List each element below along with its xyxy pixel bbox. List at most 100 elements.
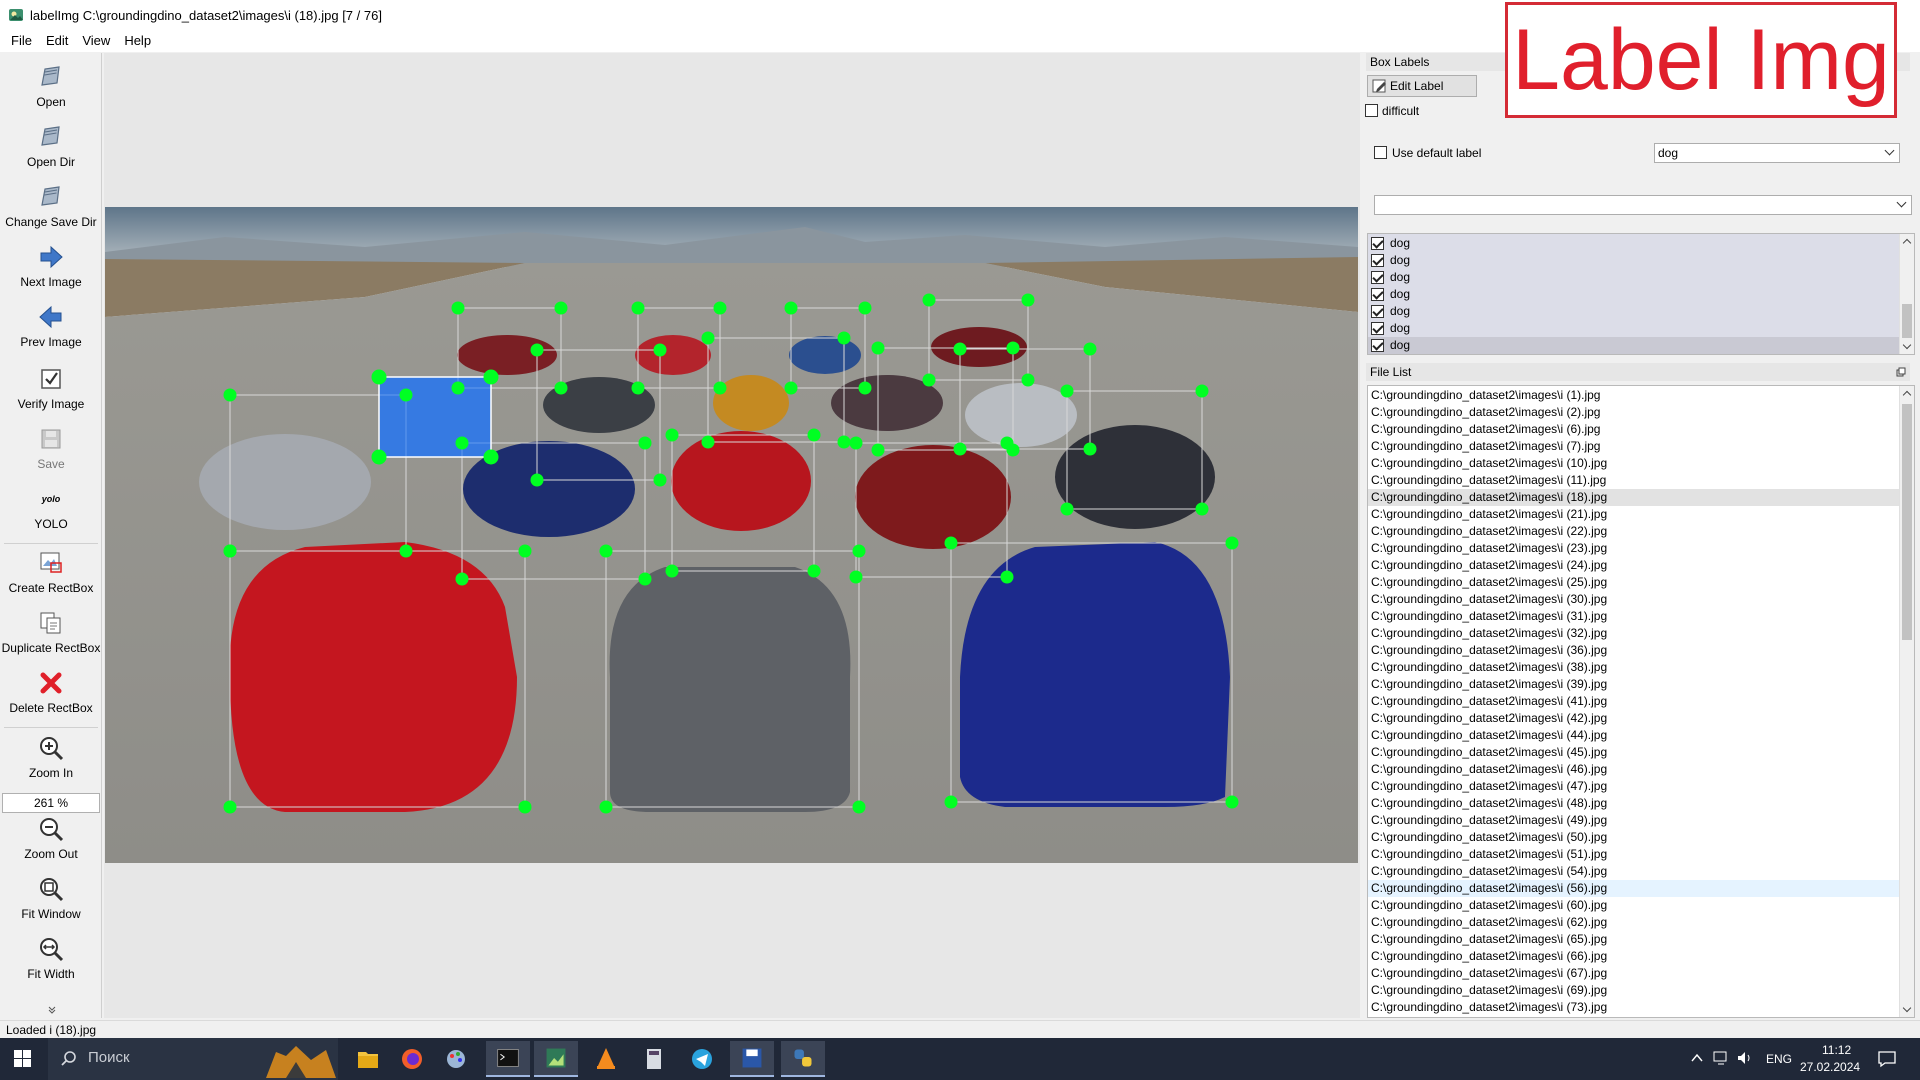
file-list-item[interactable]: C:\groundingdino_dataset2\images\i (10).… xyxy=(1368,455,1899,472)
handle[interactable] xyxy=(455,436,469,450)
file-list-item[interactable]: C:\groundingdino_dataset2\images\i (23).… xyxy=(1368,540,1899,557)
handle[interactable] xyxy=(599,800,613,814)
handle[interactable] xyxy=(1083,342,1097,356)
handle[interactable] xyxy=(852,800,866,814)
handle[interactable] xyxy=(944,795,958,809)
handle[interactable] xyxy=(483,369,499,385)
label-item[interactable]: dog xyxy=(1368,320,1899,337)
file-list-item[interactable]: C:\groundingdino_dataset2\images\i (6).j… xyxy=(1368,421,1899,438)
handle[interactable] xyxy=(701,331,715,345)
handle[interactable] xyxy=(451,301,465,315)
file-list-item[interactable]: C:\groundingdino_dataset2\images\i (60).… xyxy=(1368,897,1899,914)
file-list-item[interactable]: C:\groundingdino_dataset2\images\i (69).… xyxy=(1368,982,1899,999)
label-visible-checkbox[interactable] xyxy=(1371,254,1384,267)
clock-date[interactable]: 27.02.2024 xyxy=(1800,1060,1860,1074)
file-list-item[interactable]: C:\groundingdino_dataset2\images\i (1).j… xyxy=(1368,387,1899,404)
handle[interactable] xyxy=(371,449,387,465)
open-dir-button[interactable]: Open Dir xyxy=(0,123,102,169)
prev-image-button[interactable]: Prev Image xyxy=(0,303,102,349)
handle[interactable] xyxy=(554,301,568,315)
menu-file[interactable]: File xyxy=(4,31,39,51)
file-list-item[interactable]: C:\groundingdino_dataset2\images\i (66).… xyxy=(1368,948,1899,965)
file-list-item[interactable]: C:\groundingdino_dataset2\images\i (21).… xyxy=(1368,506,1899,523)
file-explorer-icon[interactable] xyxy=(346,1041,390,1077)
toolbar-more-chevron-icon[interactable] xyxy=(47,1005,57,1015)
file-list-item[interactable]: C:\groundingdino_dataset2\images\i (50).… xyxy=(1368,829,1899,846)
terminal-icon[interactable] xyxy=(486,1041,530,1077)
labelimg-taskbar-icon[interactable] xyxy=(534,1041,578,1077)
handle[interactable] xyxy=(631,301,645,315)
vlc-icon[interactable] xyxy=(584,1041,628,1077)
handle[interactable] xyxy=(518,800,532,814)
scroll-down-icon[interactable] xyxy=(1902,1003,1912,1013)
file-list-item[interactable]: C:\groundingdino_dataset2\images\i (56).… xyxy=(1368,880,1899,897)
save-app-icon[interactable] xyxy=(730,1041,774,1077)
file-list-scrollbar[interactable] xyxy=(1899,386,1914,1017)
file-list-item[interactable]: C:\groundingdino_dataset2\images\i (51).… xyxy=(1368,846,1899,863)
label-item[interactable]: dog xyxy=(1368,286,1899,303)
handle[interactable] xyxy=(483,449,499,465)
handle[interactable] xyxy=(1060,502,1074,516)
save-button[interactable]: Save xyxy=(0,425,102,471)
scroll-up-icon[interactable] xyxy=(1902,238,1912,248)
handle[interactable] xyxy=(638,572,652,586)
handle[interactable] xyxy=(849,570,863,584)
verify-image-button[interactable]: Verify Image xyxy=(0,365,102,411)
handle[interactable] xyxy=(807,564,821,578)
volume-icon[interactable] xyxy=(1736,1050,1754,1066)
handle[interactable] xyxy=(1195,502,1209,516)
handle[interactable] xyxy=(852,544,866,558)
change-save-dir-button[interactable]: Change Save Dir xyxy=(0,183,102,229)
duplicate-rectbox-button[interactable]: Duplicate RectBox xyxy=(0,609,102,655)
handle[interactable] xyxy=(665,564,679,578)
file-list-item[interactable]: C:\groundingdino_dataset2\images\i (62).… xyxy=(1368,914,1899,931)
handle[interactable] xyxy=(653,473,667,487)
handle[interactable] xyxy=(530,473,544,487)
handle[interactable] xyxy=(849,436,863,450)
file-list-item[interactable]: C:\groundingdino_dataset2\images\i (7).j… xyxy=(1368,438,1899,455)
handle[interactable] xyxy=(784,381,798,395)
handle[interactable] xyxy=(713,381,727,395)
file-list-item[interactable]: C:\groundingdino_dataset2\images\i (22).… xyxy=(1368,523,1899,540)
handle[interactable] xyxy=(922,373,936,387)
file-list-item[interactable]: C:\groundingdino_dataset2\images\i (24).… xyxy=(1368,557,1899,574)
box-labels-list[interactable]: dog dog dog dog dog dog dog xyxy=(1367,233,1915,355)
python-icon[interactable] xyxy=(781,1041,825,1077)
file-list-item[interactable]: C:\groundingdino_dataset2\images\i (47).… xyxy=(1368,778,1899,795)
handle[interactable] xyxy=(713,301,727,315)
firefox-icon[interactable] xyxy=(390,1041,434,1077)
handle[interactable] xyxy=(399,544,413,558)
file-list-item[interactable]: C:\groundingdino_dataset2\images\i (67).… xyxy=(1368,965,1899,982)
handle[interactable] xyxy=(653,343,667,357)
handle[interactable] xyxy=(871,443,885,457)
undock-icon[interactable] xyxy=(1896,367,1906,377)
file-list[interactable]: C:\groundingdino_dataset2\images\i (1).j… xyxy=(1367,385,1915,1018)
default-label-dropdown[interactable]: dog xyxy=(1654,143,1900,163)
chevron-up-icon[interactable] xyxy=(1690,1051,1704,1065)
handle[interactable] xyxy=(518,544,532,558)
delete-rectbox-button[interactable]: Delete RectBox xyxy=(0,669,102,715)
file-list-item[interactable]: C:\groundingdino_dataset2\images\i (42).… xyxy=(1368,710,1899,727)
zoom-in-button[interactable]: Zoom In xyxy=(0,734,102,780)
file-list-item[interactable]: C:\groundingdino_dataset2\images\i (39).… xyxy=(1368,676,1899,693)
scroll-up-icon[interactable] xyxy=(1902,390,1912,400)
handle[interactable] xyxy=(871,341,885,355)
handle[interactable] xyxy=(599,544,613,558)
paint-icon[interactable] xyxy=(434,1041,478,1077)
file-list-item[interactable]: C:\groundingdino_dataset2\images\i (2).j… xyxy=(1368,404,1899,421)
handle[interactable] xyxy=(665,428,679,442)
menu-view[interactable]: View xyxy=(75,31,117,51)
handle[interactable] xyxy=(1021,293,1035,307)
zoom-percent-field[interactable]: 261 % xyxy=(2,793,100,813)
clock-time[interactable]: 11:12 xyxy=(1822,1043,1851,1057)
file-list-item[interactable]: C:\groundingdino_dataset2\images\i (30).… xyxy=(1368,591,1899,608)
labels-scrollbar[interactable] xyxy=(1899,234,1914,354)
file-list-item[interactable]: C:\groundingdino_dataset2\images\i (45).… xyxy=(1368,744,1899,761)
handle[interactable] xyxy=(1021,373,1035,387)
file-list-item[interactable]: C:\groundingdino_dataset2\images\i (73).… xyxy=(1368,999,1899,1016)
fit-width-button[interactable]: Fit Width xyxy=(0,935,102,981)
file-list-item[interactable]: C:\groundingdino_dataset2\images\i (25).… xyxy=(1368,574,1899,591)
windows-start-icon[interactable] xyxy=(0,1038,46,1080)
scroll-down-icon[interactable] xyxy=(1902,340,1912,350)
handle[interactable] xyxy=(455,572,469,586)
